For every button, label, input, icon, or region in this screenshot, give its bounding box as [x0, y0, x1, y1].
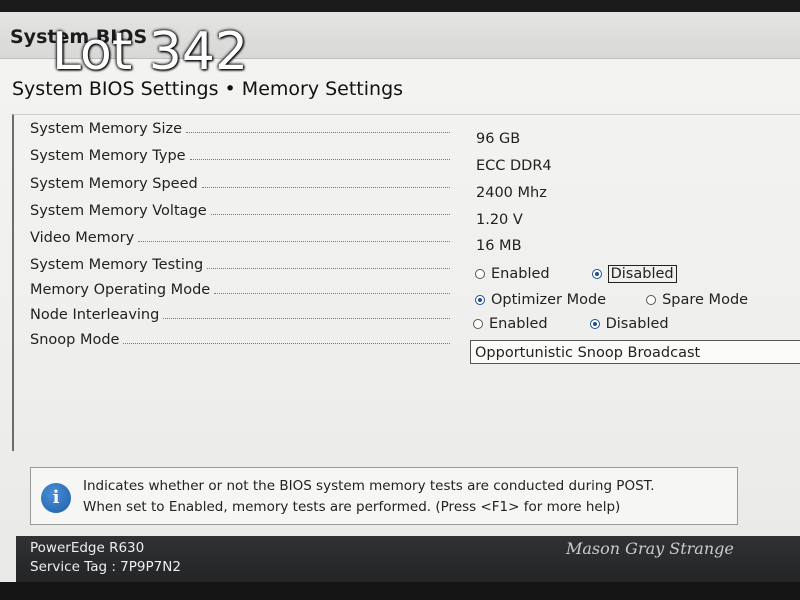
memory-testing-disabled-option[interactable]: Disabled: [591, 265, 677, 283]
setting-label: System Memory Size: [30, 121, 183, 137]
operating-mode-radio-group: Optimizer Mode Spare Mode: [475, 292, 748, 308]
radio-unselected-icon[interactable]: [473, 319, 483, 329]
snoop-mode-select[interactable]: Opportunistic Snoop Broadcast: [470, 340, 800, 364]
setting-label: Video Memory: [30, 230, 135, 246]
optimizer-mode-option[interactable]: Optimizer Mode: [475, 292, 606, 308]
lot-overlay-text: Lot 342: [52, 22, 249, 82]
dotted-leader: [138, 240, 450, 242]
setting-row-memory-speed: System Memory Speed: [30, 173, 450, 195]
option-label-focused: Disabled: [607, 265, 677, 283]
setting-row-snoop-mode: Snoop Mode: [30, 329, 450, 351]
radio-unselected-icon[interactable]: [646, 295, 657, 305]
video-memory-value: 16 MB: [476, 238, 522, 254]
info-icon: i: [41, 483, 71, 513]
system-model: PowerEdge R630: [30, 540, 145, 556]
memory-testing-enabled-option[interactable]: Enabled: [475, 266, 550, 282]
help-text-line-2: When set to Enabled, memory tests are pe…: [83, 499, 621, 515]
setting-label: System Memory Testing: [30, 257, 204, 273]
option-label: Enabled: [489, 316, 548, 332]
radio-selected-icon[interactable]: [589, 319, 600, 329]
setting-row-operating-mode: Memory Operating Mode: [30, 279, 450, 301]
dotted-leader: [207, 267, 450, 269]
memory-type-value: ECC DDR4: [476, 158, 552, 174]
node-interleaving-disabled-option[interactable]: Disabled: [589, 316, 669, 332]
setting-label: Node Interleaving: [30, 307, 160, 323]
radio-selected-icon[interactable]: [475, 295, 485, 305]
dotted-leader: [163, 317, 450, 319]
option-label: Spare Mode: [662, 292, 749, 308]
node-interleaving-radio-group: Enabled Disabled: [473, 316, 669, 332]
setting-label: System Memory Voltage: [30, 203, 207, 219]
dotted-leader: [123, 342, 450, 344]
setting-label: System Memory Speed: [30, 176, 198, 192]
bezel-bottom: [0, 582, 800, 600]
setting-label: Snoop Mode: [30, 332, 120, 348]
help-text-line-1: Indicates whether or not the BIOS system…: [83, 478, 655, 494]
setting-row-memory-size: System Memory Size: [30, 118, 450, 140]
service-tag: Service Tag : 7P9P7N2: [30, 559, 181, 575]
spare-mode-option[interactable]: Spare Mode: [646, 292, 748, 308]
memory-size-value: 96 GB: [476, 131, 521, 147]
setting-row-node-interleaving: Node Interleaving: [30, 304, 450, 326]
page-title: System BIOS Settings • Memory Settings: [12, 78, 404, 100]
memory-speed-value: 2400 Mhz: [476, 185, 547, 201]
option-label: Disabled: [605, 316, 669, 332]
help-panel: i Indicates whether or not the BIOS syst…: [30, 467, 738, 525]
dotted-leader: [201, 186, 450, 188]
dotted-leader: [186, 131, 450, 133]
setting-row-memory-type: System Memory Type: [30, 145, 450, 167]
node-interleaving-enabled-option[interactable]: Enabled: [473, 316, 548, 332]
dotted-leader: [214, 292, 450, 294]
radio-unselected-icon[interactable]: [475, 269, 485, 279]
photographer-watermark: Mason Gray Strange: [566, 539, 734, 558]
setting-label: System Memory Type: [30, 148, 186, 164]
memory-testing-radio-group: Enabled Disabled: [475, 265, 677, 283]
setting-row-video-memory: Video Memory: [30, 227, 450, 249]
setting-label: Memory Operating Mode: [30, 282, 211, 298]
memory-voltage-value: 1.20 V: [476, 212, 523, 228]
radio-selected-icon[interactable]: [591, 269, 602, 279]
setting-row-memory-testing: System Memory Testing: [30, 254, 450, 276]
setting-row-memory-voltage: System Memory Voltage: [30, 200, 450, 222]
option-label: Optimizer Mode: [491, 292, 607, 308]
dotted-leader: [210, 213, 450, 215]
option-label: Enabled: [491, 266, 550, 282]
dotted-leader: [189, 158, 450, 160]
